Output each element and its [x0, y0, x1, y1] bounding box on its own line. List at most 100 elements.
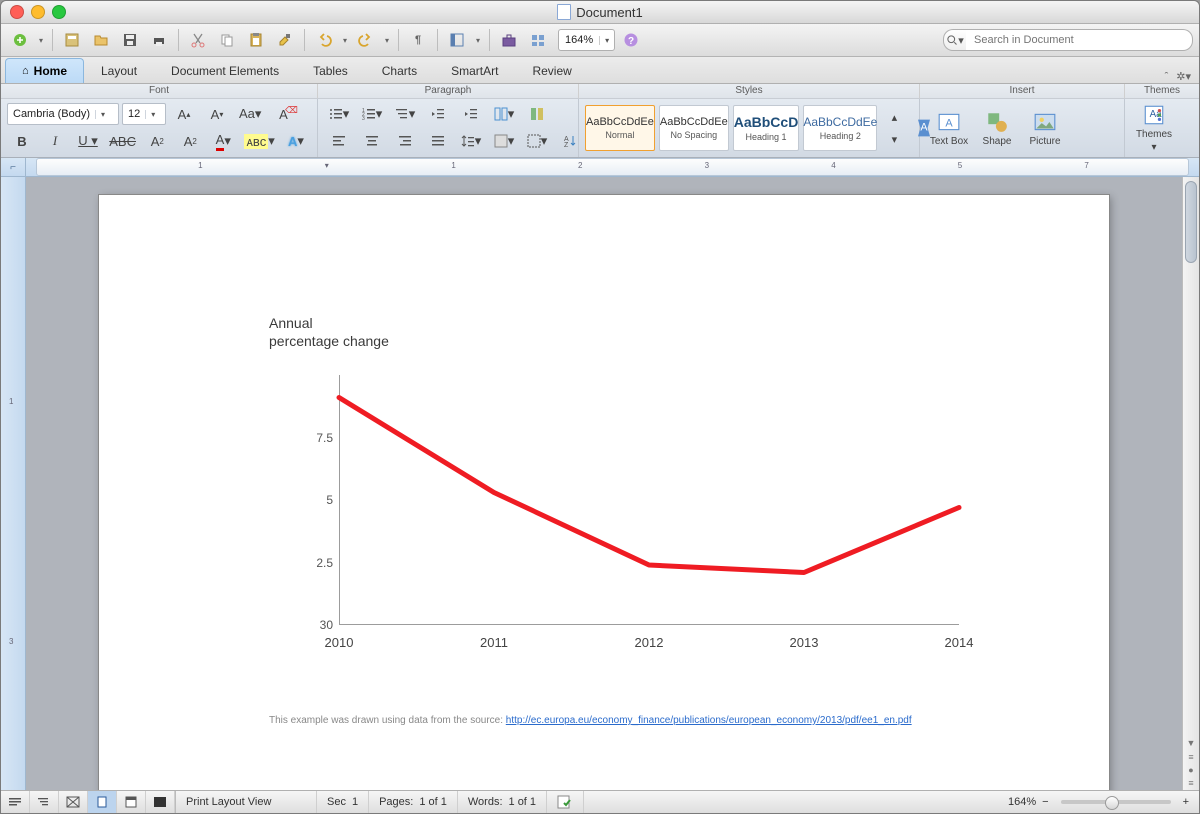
- status-words[interactable]: Words:1 of 1: [458, 791, 547, 813]
- copy-button[interactable]: [214, 27, 240, 53]
- view-outline-button[interactable]: [30, 791, 59, 813]
- tab-tables[interactable]: Tables: [296, 58, 365, 83]
- change-case-button[interactable]: Aa▾: [235, 102, 265, 126]
- minimize-window-button[interactable]: [31, 5, 45, 19]
- print-button[interactable]: [146, 27, 172, 53]
- zoom-out-icon[interactable]: −: [1042, 796, 1048, 808]
- align-left-button[interactable]: [324, 129, 354, 153]
- ribbon-settings-icon[interactable]: ✲▾: [1176, 70, 1191, 83]
- multilevel-list-button[interactable]: ▾: [390, 102, 420, 126]
- toolbox-button[interactable]: [496, 27, 522, 53]
- shading-button[interactable]: ▾: [489, 129, 519, 153]
- zoom-slider[interactable]: [1061, 800, 1171, 804]
- status-spellcheck[interactable]: [547, 791, 584, 813]
- sidebar-dropdown[interactable]: ▾: [473, 36, 483, 45]
- line-spacing-button[interactable]: ▾: [456, 129, 486, 153]
- view-notebook-button[interactable]: [117, 791, 146, 813]
- subscript-button[interactable]: A2: [175, 129, 205, 153]
- font-size-combo[interactable]: 12▾: [122, 103, 166, 125]
- tab-charts[interactable]: Charts: [365, 58, 434, 83]
- gallery-button[interactable]: [525, 27, 551, 53]
- grow-font-button[interactable]: A▴: [169, 102, 199, 126]
- tab-smartart[interactable]: SmartArt: [434, 58, 515, 83]
- font-color-button[interactable]: A▾: [208, 129, 238, 153]
- browse-object-icon[interactable]: ●: [1183, 763, 1199, 777]
- font-name-combo[interactable]: Cambria (Body)▾: [7, 103, 119, 125]
- status-pages[interactable]: Pages:1 of 1: [369, 791, 458, 813]
- vertical-scrollbar[interactable]: ▲ ▼ ≡ ● ≡: [1182, 177, 1199, 790]
- view-draft-button[interactable]: [1, 791, 30, 813]
- tab-stop-selector[interactable]: ⌐: [1, 158, 26, 176]
- zoom-dropdown-icon[interactable]: ▾: [599, 36, 614, 45]
- search-input[interactable]: [966, 29, 1193, 51]
- numbering-button[interactable]: 123▾: [357, 102, 387, 126]
- document-canvas[interactable]: Annualpercentage change 302.557.52010201…: [26, 177, 1182, 790]
- close-window-button[interactable]: [10, 5, 24, 19]
- italic-button[interactable]: I: [40, 129, 70, 153]
- next-page-icon[interactable]: ≡: [1183, 776, 1199, 790]
- tab-document-elements[interactable]: Document Elements: [154, 58, 296, 83]
- columns-button[interactable]: ▾: [489, 102, 519, 126]
- save-button[interactable]: [117, 27, 143, 53]
- style-heading-1[interactable]: AaBbCcDHeading 1: [733, 105, 800, 151]
- view-print-layout-button[interactable]: [88, 791, 117, 813]
- underline-button[interactable]: U ▾: [73, 129, 103, 153]
- styles-scroll-down[interactable]: ▾: [881, 129, 907, 149]
- tab-home[interactable]: ⌂Home: [5, 58, 84, 83]
- themes-button[interactable]: AaThemes▾: [1131, 102, 1177, 154]
- insert-picture-button[interactable]: Picture: [1022, 102, 1068, 154]
- align-right-button[interactable]: [390, 129, 420, 153]
- increase-indent-button[interactable]: [456, 102, 486, 126]
- bold-button[interactable]: B: [7, 129, 37, 153]
- zoom-slider-knob[interactable]: [1105, 796, 1119, 810]
- redo-button[interactable]: [353, 27, 379, 53]
- view-fullscreen-button[interactable]: [146, 791, 175, 813]
- bullets-button[interactable]: ▾: [324, 102, 354, 126]
- view-publishing-button[interactable]: [59, 791, 88, 813]
- redo-dropdown[interactable]: ▾: [382, 36, 392, 45]
- text-effects-button[interactable]: A▾: [281, 129, 311, 153]
- new-document-button[interactable]: [7, 27, 33, 53]
- borders-button[interactable]: ▾: [522, 129, 552, 153]
- cut-button[interactable]: [185, 27, 211, 53]
- ribbon-collapse-icon[interactable]: ˆ: [1165, 71, 1169, 83]
- zoom-window-button[interactable]: [52, 5, 66, 19]
- strikethrough-button[interactable]: ABC: [106, 129, 139, 153]
- justify-button[interactable]: [423, 129, 453, 153]
- zoom-in-icon[interactable]: +: [1183, 796, 1189, 808]
- tab-layout[interactable]: Layout: [84, 58, 154, 83]
- superscript-button[interactable]: A2: [142, 129, 172, 153]
- horizontal-ruler[interactable]: 1 ▾ 1 2 3 4 5 7: [36, 158, 1189, 176]
- open-button[interactable]: [88, 27, 114, 53]
- styles-scroll-up[interactable]: ▴: [881, 107, 907, 127]
- decrease-indent-button[interactable]: [423, 102, 453, 126]
- prev-page-icon[interactable]: ≡: [1183, 750, 1199, 764]
- scroll-down-icon[interactable]: ▼: [1183, 736, 1199, 750]
- style-heading-2[interactable]: AaBbCcDdEeHeading 2: [803, 105, 877, 151]
- zoom-combo[interactable]: 164% ▾: [558, 29, 615, 51]
- document-page[interactable]: Annualpercentage change 302.557.52010201…: [99, 195, 1109, 790]
- format-painter-button[interactable]: [272, 27, 298, 53]
- paste-button[interactable]: [243, 27, 269, 53]
- vertical-ruler[interactable]: 1 3: [1, 177, 26, 790]
- text-direction-button[interactable]: [522, 102, 552, 126]
- help-button[interactable]: ?: [618, 27, 644, 53]
- tab-review[interactable]: Review: [515, 58, 588, 83]
- align-center-button[interactable]: [357, 129, 387, 153]
- status-zoom[interactable]: 164% − +: [998, 791, 1199, 813]
- sidebar-toggle-button[interactable]: [444, 27, 470, 53]
- shrink-font-button[interactable]: A▾: [202, 102, 232, 126]
- highlight-button[interactable]: ᴀʙᴄ▾: [241, 129, 278, 153]
- scroll-thumb[interactable]: [1185, 181, 1197, 263]
- insert-textbox-button[interactable]: AText Box: [926, 102, 972, 154]
- insert-shape-button[interactable]: Shape: [974, 102, 1020, 154]
- undo-button[interactable]: [311, 27, 337, 53]
- clear-formatting-button[interactable]: A⌫: [268, 102, 298, 126]
- search-icon[interactable]: ▾: [943, 29, 966, 51]
- style-no-spacing[interactable]: AaBbCcDdEeNo Spacing: [659, 105, 729, 151]
- undo-dropdown[interactable]: ▾: [340, 36, 350, 45]
- new-dropdown[interactable]: ▾: [36, 36, 46, 45]
- status-section[interactable]: Sec1: [317, 791, 369, 813]
- style-normal[interactable]: AaBbCcDdEeNormal: [585, 105, 655, 151]
- template-button[interactable]: [59, 27, 85, 53]
